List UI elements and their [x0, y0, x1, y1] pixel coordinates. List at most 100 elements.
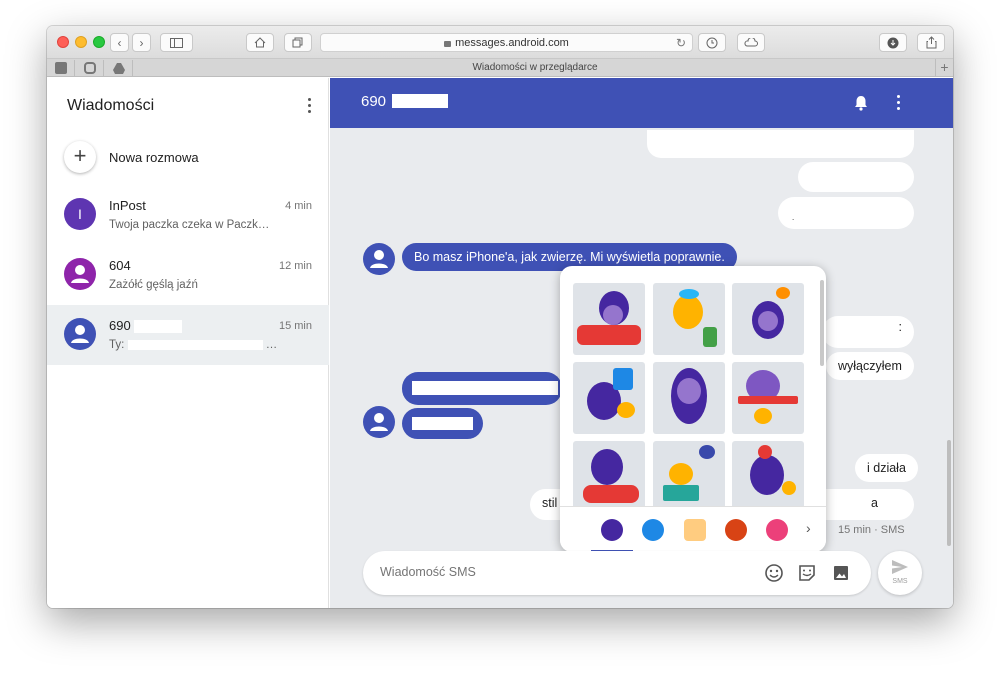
message-bubble-outgoing[interactable] [798, 162, 914, 192]
lock-icon [444, 40, 452, 47]
back-button[interactable]: ‹ [110, 33, 129, 52]
sticker-monkey-lamp[interactable] [653, 441, 725, 513]
close-window-button[interactable] [57, 36, 69, 48]
message-input[interactable] [380, 565, 750, 579]
redacted-block [392, 94, 449, 108]
home-icon [254, 37, 266, 48]
zoom-window-button[interactable] [93, 36, 105, 48]
sidebar-toggle-button[interactable] [160, 33, 193, 52]
person-icon [71, 265, 89, 283]
tabs-icon [292, 37, 303, 48]
sticker-hedgehog-bunkbed[interactable] [732, 362, 804, 434]
message-bubble-outgoing[interactable]: i działa [855, 454, 918, 482]
tab-title[interactable]: Wiadomości w przeglądarce [137, 62, 933, 73]
conversation-item-690[interactable]: 690 15 min Ty: … [47, 305, 329, 365]
conversation-snippet: Ty: … [109, 339, 278, 351]
plus-icon: + [64, 141, 96, 173]
hedgehog-category-icon[interactable] [601, 519, 623, 541]
message-bubble-incoming[interactable] [402, 372, 562, 405]
notifications-icon[interactable] [852, 94, 870, 112]
clock-icon [706, 37, 718, 48]
robot-category-icon[interactable] [642, 519, 664, 541]
sticker-picker: › [560, 266, 826, 552]
message-bubble-incoming[interactable] [402, 408, 483, 439]
chevron-right-icon[interactable]: › [806, 520, 811, 536]
send-button[interactable]: SMS [878, 551, 922, 595]
facebook-bookmark[interactable] [47, 60, 75, 76]
message-bubble-outgoing[interactable]: : [822, 316, 914, 348]
crab-category-icon[interactable] [725, 519, 747, 541]
sticker-hedgehog-party[interactable] [732, 441, 804, 513]
conversation-header: 690 [330, 78, 953, 128]
conversation-item-604[interactable]: 604 12 min Zażółć gęślą jaźń [47, 245, 329, 305]
sidebar-icon [170, 37, 183, 48]
conversation-item-inpost[interactable]: I InPost 4 min Twoja paczka czeka w Pacz… [47, 185, 329, 245]
conversation-name: 604 [109, 258, 131, 273]
message-bubble-outgoing[interactable] [647, 130, 914, 158]
sticker-hedgehog-standing[interactable] [653, 362, 725, 434]
message-text: stil [542, 496, 558, 510]
redacted-block [127, 339, 263, 350]
conversation-scrollbar[interactable] [947, 440, 951, 546]
sticker-hedgehog-car[interactable] [573, 441, 645, 513]
sticker-icon[interactable] [797, 563, 817, 583]
conversation-sidebar: Wiadomości + Nowa rozmowa I InPost 4 min… [47, 78, 329, 608]
message-text: a [871, 496, 878, 510]
contact-avatar [363, 406, 395, 438]
google-drive-icon [112, 62, 125, 74]
message-bubble-outgoing[interactable]: wyłączyłem [826, 352, 914, 380]
share-icon [926, 36, 936, 49]
sticker-hedgehog-sofa[interactable] [573, 283, 645, 355]
conversation-view: 690 . Bo masz iPhone'a, jak zwierzę. Mi … [330, 78, 953, 608]
send-button-label: SMS [892, 578, 908, 585]
instagram-icon [83, 62, 96, 74]
icloud-button[interactable] [737, 33, 765, 52]
more-vert-icon [897, 93, 900, 110]
conversation-name: 690 [109, 318, 183, 334]
send-icon [892, 560, 908, 574]
redacted-block [412, 380, 558, 395]
reload-icon[interactable]: ↻ [676, 36, 686, 50]
avatar [64, 258, 96, 290]
conversation-time: 15 min [278, 320, 312, 332]
address-bar[interactable]: messages.android.com ↻ [320, 33, 693, 52]
drive-bookmark[interactable] [105, 60, 133, 76]
redacted-block [412, 417, 473, 431]
tab-bar: Wiadomości w przeglądarce + [47, 59, 953, 77]
minimize-window-button[interactable] [75, 36, 87, 48]
history-button[interactable] [698, 33, 726, 52]
sticker-hedgehog-book[interactable] [573, 362, 645, 434]
message-bubble-outgoing[interactable]: . [778, 197, 914, 229]
conversation-snippet: Twoja paczka czeka w Paczk… [109, 219, 270, 231]
contact-avatar [363, 243, 395, 275]
sticker-scrollbar[interactable] [820, 280, 824, 366]
emoji-icon[interactable] [764, 563, 784, 583]
image-icon[interactable] [831, 563, 851, 583]
toast-category-icon[interactable] [684, 519, 706, 541]
new-conversation-label: Nowa rozmowa [109, 150, 199, 165]
person-icon [71, 325, 89, 343]
message-meta: 15 min · SMS [838, 524, 905, 536]
compose-bar [363, 551, 871, 595]
conversation-title: 690 [361, 93, 449, 110]
conversation-time: 12 min [278, 260, 312, 272]
instagram-bookmark[interactable] [76, 60, 104, 76]
downloads-button[interactable] [879, 33, 907, 52]
cloud-icon [744, 38, 758, 47]
home-button[interactable] [246, 33, 274, 52]
download-icon [887, 37, 899, 48]
new-conversation-button[interactable]: + Nowa rozmowa [47, 138, 329, 178]
tabs-overview-button[interactable] [284, 33, 312, 52]
new-tab-button[interactable]: + [935, 59, 953, 77]
conversation-menu-button[interactable] [897, 93, 900, 110]
conversation-snippet: Zażółć gęślą jaźń [109, 279, 198, 291]
share-button[interactable] [917, 33, 945, 52]
url-text: messages.android.com [455, 36, 569, 49]
sticker-monkey-luggage[interactable] [653, 283, 725, 355]
sticker-hedgehog-hurray[interactable] [732, 283, 804, 355]
forward-button[interactable]: › [132, 33, 151, 52]
sidebar-menu-button[interactable] [303, 96, 315, 116]
redacted-block [134, 320, 183, 334]
bird-category-icon[interactable] [766, 519, 788, 541]
browser-toolbar: ‹ › messages.android.com ↻ [47, 26, 953, 59]
